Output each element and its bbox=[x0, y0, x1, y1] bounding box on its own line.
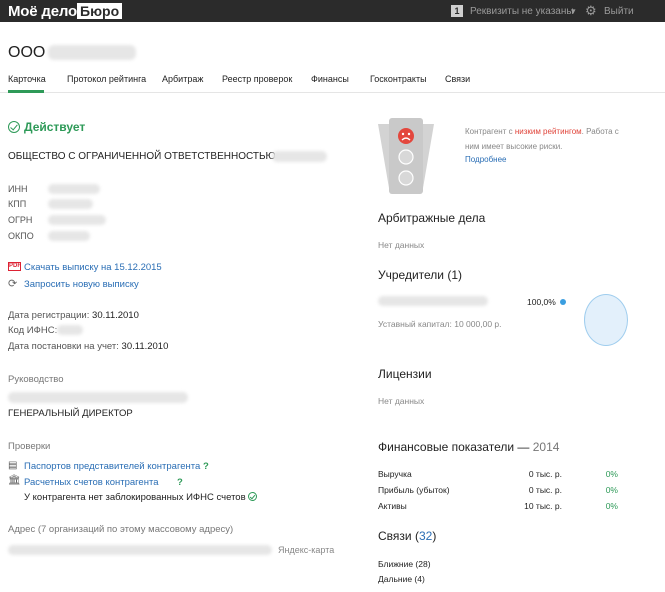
help-question-icon[interactable]: ? bbox=[177, 477, 183, 488]
inn-label: ИНН bbox=[8, 184, 28, 194]
pdf-icon: PDF bbox=[8, 262, 21, 271]
registration-date: Дата регистрации: 30.11.2010 bbox=[8, 310, 139, 321]
finance-row-pct: 0% bbox=[605, 469, 618, 479]
licenses-title: Лицензии bbox=[378, 367, 432, 381]
tab-arbitration[interactable]: Арбитраж bbox=[162, 74, 203, 84]
tab-contracts[interactable]: Госконтракты bbox=[370, 74, 427, 84]
check-accounts-link[interactable]: Расчетных счетов контрагента bbox=[24, 477, 158, 488]
tab-rating-protocol[interactable]: Протокол рейтинга bbox=[67, 74, 146, 84]
founder-legend-dot bbox=[560, 299, 566, 305]
finance-row-label: Выручка bbox=[378, 469, 412, 479]
kpp-value-redacted bbox=[48, 199, 93, 209]
founders-title: Учредители (1) bbox=[378, 268, 463, 282]
links-title: Связи (32) bbox=[378, 529, 437, 543]
finance-row-label: Прибыль (убыток) bbox=[378, 485, 450, 495]
org-full-name-redacted bbox=[272, 151, 327, 162]
requisites-count-badge[interactable]: 1 bbox=[451, 5, 463, 17]
status-label: Действует bbox=[24, 120, 86, 134]
org-full-name: ОБЩЕСТВО С ОГРАНИЧЕННОЙ ОТВЕТСТВЕННОСТЬЮ bbox=[8, 151, 276, 162]
blocked-accounts-status: У контрагента нет заблокированных ИФНС с… bbox=[24, 492, 257, 503]
tabs-divider bbox=[0, 92, 665, 93]
company-name-redacted bbox=[48, 45, 136, 60]
founders-pie bbox=[584, 294, 628, 346]
tab-finance[interactable]: Финансы bbox=[311, 74, 349, 84]
tax-registration-date: Дата постановки на учет: 30.11.2010 bbox=[8, 341, 169, 352]
founder-share: 100,0% bbox=[527, 297, 556, 307]
management-header: Руководство bbox=[8, 374, 64, 385]
traffic-light-icon bbox=[378, 118, 434, 194]
ifns-code-redacted bbox=[57, 325, 83, 335]
finance-row-value: 0 тыс. р. bbox=[528, 485, 562, 495]
checks-header: Проверки bbox=[8, 441, 51, 452]
finance-row-pct: 0% bbox=[605, 485, 618, 495]
requisites-dropdown[interactable]: Реквизиты не указаны bbox=[470, 6, 574, 17]
links-count[interactable]: 32 bbox=[419, 529, 432, 543]
director-title: ГЕНЕРАЛЬНЫЙ ДИРЕКТОР bbox=[8, 408, 133, 419]
check-passports-link[interactable]: Паспортов представителей контрагента bbox=[24, 461, 200, 472]
founder-name-redacted bbox=[378, 296, 488, 306]
ogrn-label: ОГРН bbox=[8, 215, 33, 225]
address-redacted bbox=[8, 545, 272, 555]
tab-card[interactable]: Карточка bbox=[8, 74, 46, 84]
finance-row-pct: 0% bbox=[605, 501, 618, 511]
risk-description: Контрагент с низким рейтингом. Работа с … bbox=[465, 127, 619, 151]
gear-icon[interactable]: ⚙ bbox=[585, 4, 597, 17]
arbitration-no-data: Нет данных bbox=[378, 240, 425, 250]
director-name-redacted bbox=[8, 392, 188, 403]
finance-row-label: Активы bbox=[378, 501, 407, 511]
ok-check-icon bbox=[247, 492, 257, 501]
document-icon: ▤ bbox=[8, 460, 18, 471]
finance-row-value: 0 тыс. р. bbox=[528, 469, 562, 479]
tab-connections[interactable]: Связи bbox=[445, 74, 470, 84]
top-bar: Моё дело Бюро 1 Реквизиты не указаны ▾ ⚙… bbox=[0, 0, 665, 22]
finance-row-value: 10 тыс. р. bbox=[524, 501, 562, 511]
okpo-value-redacted bbox=[48, 231, 90, 241]
help-question-icon[interactable]: ? bbox=[203, 461, 209, 472]
kpp-label: КПП bbox=[8, 199, 27, 209]
bank-icon: 🏛 bbox=[8, 475, 21, 486]
page-title: ООО bbox=[8, 44, 46, 61]
links-far[interactable]: Дальние (4) bbox=[378, 574, 425, 584]
logo-text[interactable]: Моё дело bbox=[8, 3, 77, 20]
links-near[interactable]: Ближние (28) bbox=[378, 559, 431, 569]
ifns-code-label: Код ИФНС: bbox=[8, 325, 58, 336]
active-tab-indicator bbox=[8, 90, 44, 93]
logo-box[interactable]: Бюро bbox=[77, 3, 123, 19]
address-header: Адрес (7 организаций по этому массовому … bbox=[8, 524, 234, 535]
refresh-icon: ⟳ bbox=[8, 278, 18, 290]
finance-title: Финансовые показатели — 2014 bbox=[378, 440, 560, 454]
arbitration-title: Арбитражные дела bbox=[378, 211, 486, 225]
yandex-map-link[interactable]: Яндекс-карта bbox=[278, 545, 334, 555]
logout-link[interactable]: Выйти bbox=[604, 6, 634, 17]
authorized-capital: Уставный капитал: 10 000,00 р. bbox=[378, 319, 502, 329]
request-new-extract-link[interactable]: Запросить новую выписку bbox=[24, 279, 139, 290]
status-check-icon bbox=[8, 121, 20, 133]
more-details-link[interactable]: Подробнее bbox=[465, 155, 507, 164]
ogrn-value-redacted bbox=[48, 215, 106, 225]
chevron-down-icon[interactable]: ▾ bbox=[571, 6, 576, 17]
download-extract-link[interactable]: Скачать выписку на 15.12.2015 bbox=[24, 262, 162, 273]
inn-value-redacted bbox=[48, 184, 100, 194]
licenses-no-data: Нет данных bbox=[378, 396, 425, 406]
okpo-label: ОКПО bbox=[8, 231, 34, 241]
tab-inspections[interactable]: Реестр проверок bbox=[222, 74, 292, 84]
